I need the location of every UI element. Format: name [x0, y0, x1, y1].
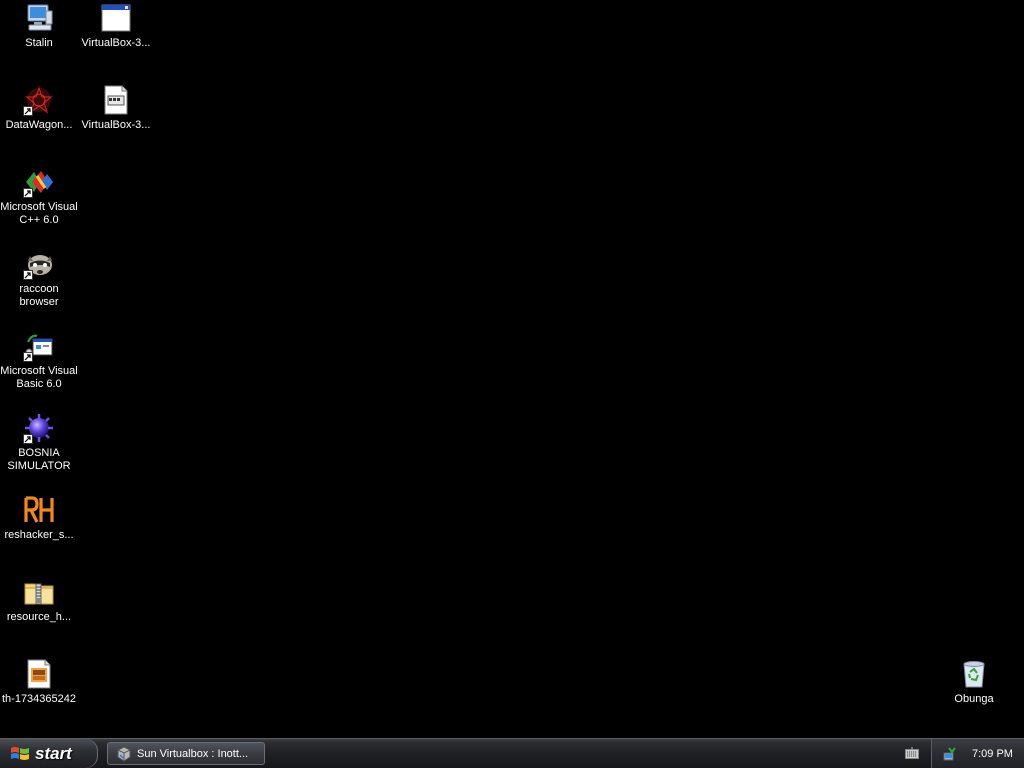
my-computer-icon	[23, 2, 55, 34]
desktop-icon-label: Obunga	[954, 693, 994, 705]
visual-basic-icon	[23, 330, 55, 362]
desktop-icon-datawagon[interactable]: DataWagon...	[0, 84, 78, 132]
desktop-icon-virtualbox-2[interactable]: VirtualBox-3...	[77, 84, 155, 132]
desktop-icon-virtualbox-1[interactable]: VirtualBox-3...	[77, 2, 155, 50]
shortcut-arrow-icon	[23, 434, 33, 444]
visual-cpp-icon	[23, 166, 55, 198]
clock[interactable]: 7:09 PM	[972, 748, 1013, 760]
shortcut-arrow-icon	[23, 106, 33, 116]
desktop-icon-label: raccoon browser	[19, 283, 59, 308]
raccoon-icon	[23, 248, 55, 280]
taskbar-item-virtualbox[interactable]: Sun Virtualbox : Inott...	[107, 742, 265, 765]
desktop-icon-visual-basic[interactable]: Microsoft Visual Basic 6.0	[0, 330, 78, 391]
bosnia-simulator-icon	[23, 412, 55, 444]
desktop-icon-label: Microsoft Visual C++ 6.0	[0, 201, 78, 226]
shortcut-arrow-icon	[23, 270, 33, 280]
desktop-icon-label: resource_h...	[6, 611, 72, 623]
desktop-icon-label: BOSNIA SIMULATOR	[7, 447, 71, 472]
windows-flag-icon	[11, 746, 29, 760]
network-icon[interactable]	[942, 746, 958, 762]
window-file-icon	[100, 2, 132, 34]
desktop-icon-image-file[interactable]: th-1734365242	[0, 658, 78, 706]
taskbar: start Sun Virtualbox : Inott... 7:09 PM	[0, 738, 1024, 768]
recycle-bin-icon	[958, 658, 990, 690]
start-button[interactable]: start	[0, 739, 98, 768]
desktop-icon-label: Stalin	[25, 37, 53, 49]
system-tray: 7:09 PM	[931, 739, 1024, 768]
image-file-icon	[23, 658, 55, 690]
datawagon-icon	[23, 84, 55, 116]
desktop-icon-label: DataWagon...	[5, 119, 73, 131]
desktop-icon-label: Microsoft Visual Basic 6.0	[0, 365, 78, 390]
virtualbox-app-icon	[117, 745, 131, 762]
taskbar-item-label: Sun Virtualbox : Inott...	[137, 747, 249, 760]
desktop-icon-reshacker[interactable]: reshacker_s...	[0, 494, 78, 542]
desktop-icon-label: VirtualBox-3...	[81, 37, 151, 49]
desktop-icon-visual-cpp[interactable]: Microsoft Visual C++ 6.0	[0, 166, 78, 227]
desktop-icon-resource-hacker-zip[interactable]: resource_h...	[0, 576, 78, 624]
document-file-icon	[100, 84, 132, 116]
reshacker-icon	[23, 494, 55, 526]
desktop-icon-bosnia-simulator[interactable]: BOSNIA SIMULATOR	[0, 412, 78, 473]
desktop-icon-label: VirtualBox-3...	[81, 119, 151, 131]
desktop-icon-raccoon-browser[interactable]: raccoon browser	[0, 248, 78, 309]
desktop-icon-label: th-1734365242	[1, 693, 76, 705]
desktop-icon-recycle-bin[interactable]: Obunga	[935, 658, 1013, 706]
shortcut-arrow-icon	[23, 188, 33, 198]
keyboard-icon[interactable]	[905, 747, 919, 759]
shortcut-arrow-icon	[23, 352, 33, 362]
zip-folder-icon	[23, 576, 55, 608]
start-label: start	[35, 743, 72, 763]
desktop-icon-stalin[interactable]: Stalin	[0, 2, 78, 50]
desktop-icon-label: reshacker_s...	[4, 529, 74, 541]
desktop: Stalin VirtualBox-3... DataWagon... Virt…	[0, 0, 1024, 738]
